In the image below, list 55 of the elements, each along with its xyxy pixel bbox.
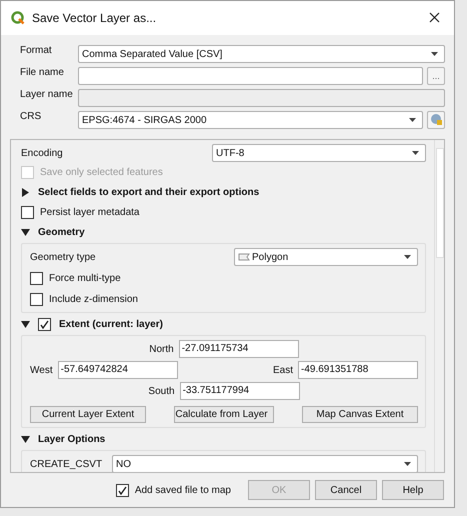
checkbox[interactable] [21, 206, 34, 218]
expanded-arrow-icon[interactable] [21, 228, 30, 236]
field-label: File name [20, 67, 65, 80]
dialog-button[interactable]: Help [382, 480, 444, 500]
checkbox-label: Force multi-type [49, 272, 121, 284]
dropdown-caret-icon [412, 151, 419, 155]
dropdown-caret-icon [404, 255, 411, 259]
checkbox[interactable] [30, 292, 43, 306]
app-logo-icon [11, 11, 25, 25]
coordinate-field[interactable]: -49.691351788 [298, 361, 418, 379]
window-title: Save Vector Layer as... [32, 11, 158, 25]
scrollbar[interactable] [434, 140, 444, 472]
dropdown[interactable]: EPSG:4674 - SIRGAS 2000 [78, 111, 423, 129]
checkbox-label: Save only selected features [40, 166, 163, 178]
coordinate-label: East [272, 364, 293, 376]
section-title: Select fields to export and their export options [38, 186, 260, 198]
field-label: Layer name [20, 89, 74, 102]
coordinate-label: South [148, 386, 175, 396]
checkbox-label: Add saved file to map [134, 484, 231, 496]
collapsed-arrow-icon[interactable] [21, 188, 30, 196]
checkbox-label: Persist layer metadata [40, 206, 140, 218]
checkbox[interactable] [116, 484, 129, 496]
dialog-button[interactable]: Cancel [315, 480, 377, 500]
expanded-arrow-icon[interactable] [21, 320, 30, 328]
dropdown[interactable]: UTF-8 [212, 144, 426, 162]
browse-button[interactable]: ... [427, 67, 445, 85]
section-title: Geometry [38, 226, 85, 238]
dropdown[interactable]: Polygon [234, 248, 418, 266]
coordinate-field[interactable]: -33.751177994 [180, 382, 300, 400]
field-label: Format [20, 45, 53, 58]
checkbox[interactable] [30, 272, 43, 284]
extent-button[interactable]: Map Canvas Extent [302, 406, 418, 422]
dropdown-caret-icon [431, 52, 438, 56]
extent-button[interactable]: Current Layer Extent [30, 406, 146, 422]
menu-button[interactable]: Calculate from Layer [174, 406, 274, 422]
field-label: Encoding [21, 148, 64, 158]
checkbox-label: Include z-dimension [49, 294, 138, 304]
expanded-arrow-icon[interactable] [21, 434, 30, 444]
text-field[interactable] [78, 67, 423, 85]
checkbox[interactable] [38, 318, 51, 330]
field-label: Geometry type [30, 252, 97, 262]
coordinate-label: North [149, 344, 174, 354]
section-title: Layer Options [38, 434, 106, 444]
coordinate-label: West [30, 364, 53, 376]
section-title: Extent (current: layer) [59, 318, 163, 330]
coordinate-field[interactable]: -27.091175734 [178, 340, 299, 358]
dropdown-caret-icon [404, 462, 411, 466]
field-label: CRS [20, 111, 42, 124]
option-name: CREATE_CSVT [30, 458, 104, 470]
dropdown[interactable]: Comma Separated Value [CSV] [78, 45, 445, 63]
coordinate-field[interactable]: -57.649742824 [58, 361, 178, 379]
close-icon [429, 12, 440, 23]
dropdown[interactable]: NO [112, 455, 418, 472]
dropdown-caret-icon [409, 118, 416, 122]
polygon-icon [238, 253, 250, 261]
